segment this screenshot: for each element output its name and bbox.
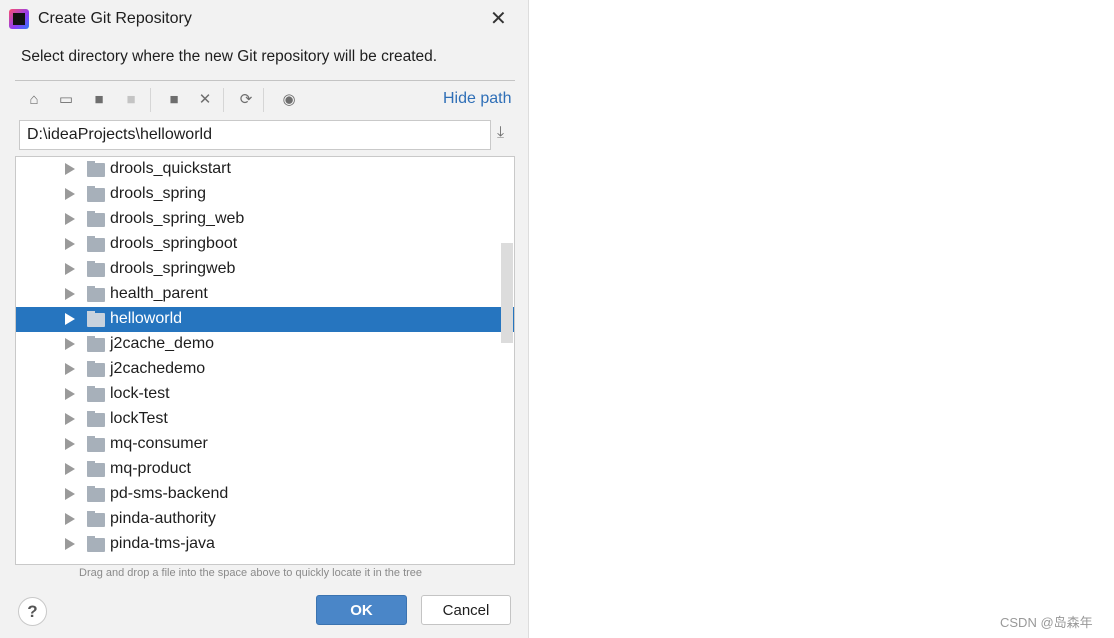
intellij-logo-icon — [9, 9, 29, 29]
drag-drop-hint: Drag and drop a file into the space abov… — [79, 567, 423, 579]
folder-icon — [87, 336, 105, 352]
refresh-icon[interactable]: ⟳ — [235, 89, 257, 111]
folder-icon — [87, 211, 105, 227]
folder-icon — [87, 411, 105, 427]
module-folder-icon: ■ — [126, 91, 136, 108]
dialog-title: Create Git Repository — [38, 10, 192, 27]
expand-arrow-icon[interactable] — [65, 288, 75, 300]
ok-button[interactable]: OK — [316, 595, 407, 625]
expand-arrow-icon[interactable] — [65, 338, 75, 350]
expand-arrow-icon[interactable] — [65, 513, 75, 525]
tree-item[interactable]: drools_springweb — [16, 257, 514, 282]
folder-icon — [87, 286, 105, 302]
tree-item-label: lockTest — [110, 410, 168, 427]
expand-arrow-icon[interactable] — [65, 488, 75, 500]
tree-item[interactable]: j2cachedemo — [16, 357, 514, 382]
tree-item[interactable]: helloworld — [16, 307, 514, 332]
expand-arrow-icon[interactable] — [65, 313, 75, 325]
tree-item[interactable]: pinda-tms-java — [16, 532, 514, 557]
folder-icon — [87, 261, 105, 277]
directory-tree[interactable]: pinda-tms-java pinda-authority pd-sms-back… — [15, 156, 515, 565]
folder-icon — [87, 511, 105, 527]
path-input[interactable]: D:\ideaProjects\helloworld — [19, 120, 491, 150]
tree-item[interactable]: lock-test — [16, 382, 514, 407]
download-icon[interactable]: ⤓ — [497, 124, 504, 142]
tree-item-label: health_parent — [110, 285, 208, 302]
watermark: CSDN @岛森年 — [1000, 615, 1093, 630]
description: Select directory where the new Git repos… — [21, 48, 438, 65]
create-git-repository-dialog: Create Git Repository ✕ Select directory… — [0, 0, 529, 638]
tree-item[interactable]: pinda-authority — [16, 507, 514, 532]
expand-arrow-icon[interactable] — [65, 213, 75, 225]
toolbar-separator — [263, 88, 264, 112]
toolbar-separator — [223, 88, 224, 112]
new-folder-icon[interactable]: ■ — [163, 89, 185, 111]
tree-item-label: drools_quickstart — [110, 160, 231, 177]
expand-arrow-icon[interactable] — [65, 438, 75, 450]
folder-icon — [87, 486, 105, 502]
tree-item-label: pinda-authority — [110, 510, 216, 527]
tree-item[interactable]: mq-consumer — [16, 432, 514, 457]
folder-icon — [87, 536, 105, 552]
tree-item[interactable]: drools_spring — [16, 182, 514, 207]
tree-item-label: j2cache_demo — [110, 335, 215, 352]
tree-item[interactable]: health_parent — [16, 282, 514, 307]
expand-arrow-icon[interactable] — [65, 188, 75, 200]
folder-icon — [87, 361, 105, 377]
tree-item-label: drools_spring_web — [110, 210, 245, 227]
tree-item[interactable]: pd-sms-backend — [16, 482, 514, 507]
expand-arrow-icon[interactable] — [65, 463, 75, 475]
help-button[interactable]: ? — [18, 597, 47, 626]
folder-icon — [87, 386, 105, 402]
tree-item[interactable]: drools_spring_web — [16, 207, 514, 232]
tree-item-label: mq-product — [110, 460, 191, 477]
folder-icon — [87, 311, 105, 327]
divider — [15, 80, 515, 81]
tree-item-label: lock-test — [110, 385, 170, 402]
tree-item-label: mq-consumer — [110, 435, 208, 452]
scrollbar[interactable] — [501, 243, 513, 343]
tree-item-label: j2cachedemo — [110, 360, 206, 377]
hide-path-link[interactable]: Hide path — [443, 90, 512, 108]
expand-arrow-icon[interactable] — [65, 388, 75, 400]
tree-item-label: pd-sms-backend — [110, 485, 229, 502]
project-folder-icon[interactable]: ■ — [88, 89, 110, 111]
expand-arrow-icon[interactable] — [65, 538, 75, 550]
tree-item-label: helloworld — [110, 310, 183, 327]
tree-item-label: pinda-tms-java — [110, 535, 215, 552]
tree-item-label: drools_springweb — [110, 260, 236, 277]
toolbar-separator — [150, 88, 151, 112]
tree-item[interactable]: lockTest — [16, 407, 514, 432]
expand-arrow-icon[interactable] — [65, 363, 75, 375]
tree-item[interactable]: drools_springboot — [16, 232, 514, 257]
folder-icon — [87, 436, 105, 452]
cancel-button[interactable]: Cancel — [421, 595, 511, 625]
delete-icon[interactable]: ✕ — [194, 89, 216, 111]
expand-arrow-icon[interactable] — [65, 263, 75, 275]
desktop-icon[interactable]: ▭ — [55, 89, 77, 111]
expand-arrow-icon[interactable] — [65, 413, 75, 425]
folder-icon — [87, 186, 105, 202]
close-icon[interactable]: ✕ — [490, 6, 507, 31]
show-hidden-icon[interactable]: ◉ — [278, 89, 300, 111]
tree-item-label: drools_spring — [110, 185, 207, 202]
home-icon[interactable]: ⌂ — [23, 89, 45, 111]
folder-icon — [87, 161, 105, 177]
folder-icon — [87, 461, 105, 477]
tree-item[interactable]: j2cache_demo — [16, 332, 514, 357]
tree-item-label: drools_springboot — [110, 235, 238, 252]
folder-icon — [87, 236, 105, 252]
expand-arrow-icon[interactable] — [65, 238, 75, 250]
tree-item[interactable]: drools_quickstart — [16, 157, 514, 182]
expand-arrow-icon[interactable] — [65, 163, 75, 175]
tree-item[interactable]: mq-product — [16, 457, 514, 482]
